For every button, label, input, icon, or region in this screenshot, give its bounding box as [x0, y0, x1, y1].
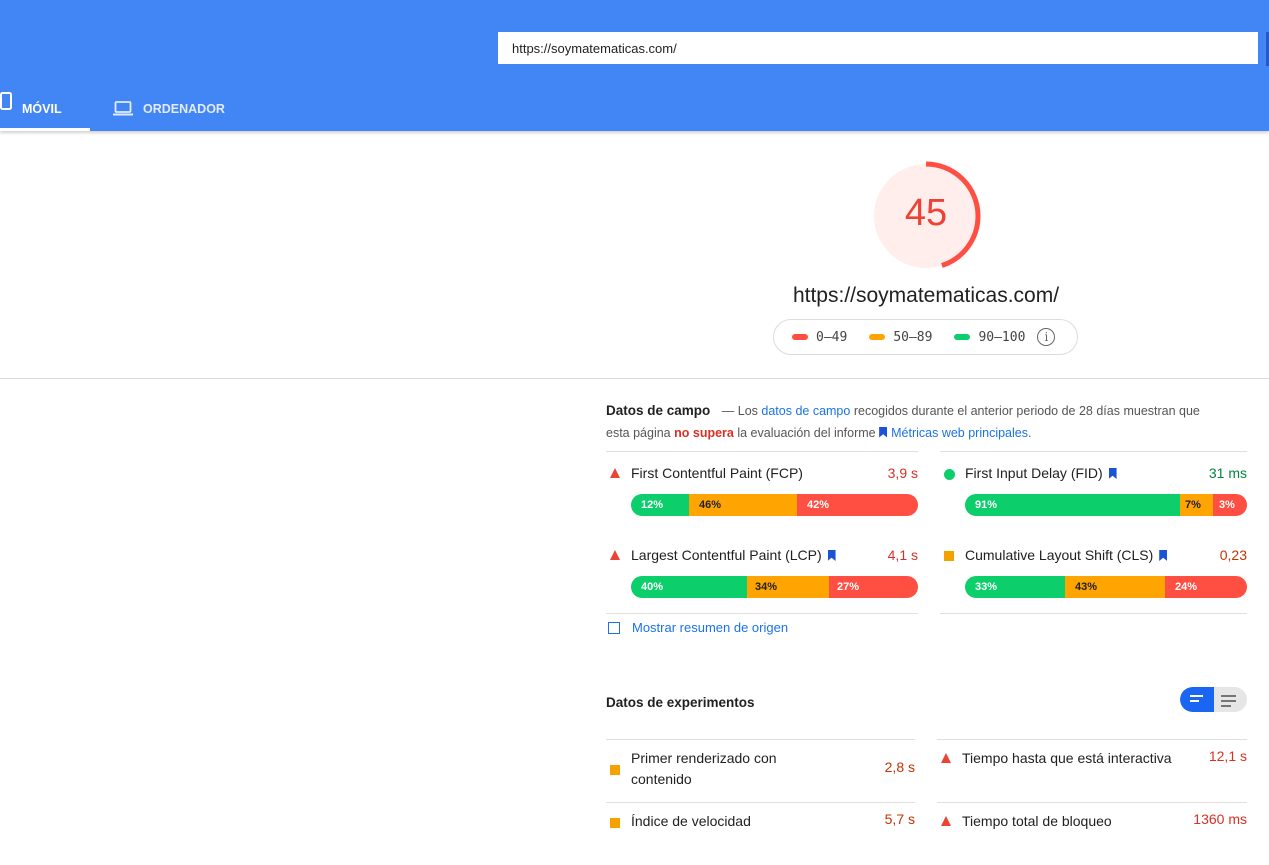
- metric-fid: First Input Delay (FID) 31 ms 91% 7% 3%: [940, 451, 1247, 533]
- dist-poor: 42%: [797, 494, 918, 516]
- dist-good: 33%: [965, 576, 1065, 598]
- dist-poor: 27%: [829, 576, 918, 598]
- dist-good: 91%: [965, 494, 1180, 516]
- average-square-icon: [610, 818, 620, 828]
- section-divider: [0, 378, 1269, 379]
- lab-metric-value: 1360 ms: [1193, 811, 1247, 827]
- lab-metric-name: Índice de velocidad: [631, 813, 751, 829]
- dist-good: 40%: [631, 576, 747, 598]
- lab-metric-value: 12,1 s: [1208, 748, 1247, 764]
- lab-metric-value: 5,7 s: [884, 811, 915, 827]
- dist-average: 43%: [1065, 576, 1165, 598]
- field-data-title: Datos de campo: [606, 403, 711, 418]
- field-data-description: Datos de campo — Los datos de campo reco…: [606, 403, 1200, 440]
- metric-name: Cumulative Layout Shift (CLS): [965, 547, 1154, 563]
- dist-poor: 3%: [1213, 494, 1247, 516]
- fail-triangle-icon: [610, 550, 620, 560]
- bookmark-icon: [879, 426, 888, 438]
- performance-score: 45: [904, 192, 948, 234]
- metric-name: First Contentful Paint (FCP): [631, 465, 803, 481]
- url-input[interactable]: [498, 32, 1258, 64]
- origin-summary-label: Mostrar resumen de origen: [632, 620, 789, 635]
- lab-metric-speed-index: Índice de velocidad 5,7 s: [606, 802, 915, 852]
- dist-poor: 24%: [1165, 576, 1247, 598]
- average-square-icon: [944, 551, 954, 561]
- fail-triangle-icon: [941, 753, 951, 763]
- metric-fcp: First Contentful Paint (FCP) 3,9 s 12% 4…: [606, 451, 918, 533]
- field-data-link[interactable]: datos de campo: [761, 404, 850, 418]
- fail-triangle-icon: [610, 468, 620, 478]
- metric-value: 0,23: [1219, 547, 1247, 563]
- analyzed-url: https://soymatematicas.com/: [792, 284, 1060, 307]
- metric-value: 31 ms: [1208, 465, 1247, 481]
- laptop-icon: [113, 101, 133, 119]
- lab-metric-value: 2,8 s: [884, 759, 915, 775]
- info-icon[interactable]: i: [1037, 328, 1056, 346]
- dist-average: 46%: [689, 494, 797, 516]
- core-web-vitals-link[interactable]: Métricas web principales: [879, 426, 1028, 440]
- origin-summary-checkbox[interactable]: [608, 621, 620, 634]
- tab-mobile-label: MÓVIL: [22, 102, 62, 116]
- fail-triangle-icon: [941, 816, 951, 826]
- tab-desktop[interactable]: ORDENADOR: [113, 92, 225, 131]
- legend-item-good: 90–100: [954, 330, 1025, 345]
- tab-desktop-label: ORDENADOR: [143, 102, 225, 116]
- legend-item-poor: 0–49: [792, 330, 847, 345]
- distribution-bar: 91% 7% 3%: [965, 494, 1247, 516]
- active-tab-indicator: [0, 128, 90, 131]
- bookmark-icon: [1159, 550, 1168, 561]
- distribution-bar: 33% 43% 24%: [965, 576, 1247, 598]
- lab-metric-name: Primer renderizado con contenido: [631, 750, 777, 787]
- pass-circle-icon: [944, 469, 955, 480]
- bookmark-icon: [1108, 468, 1117, 479]
- tab-mobile[interactable]: MÓVIL: [0, 92, 90, 131]
- lab-metric-tti: Tiempo hasta que está interactiva 12,1 s: [937, 739, 1247, 803]
- smartphone-icon: [0, 92, 12, 113]
- view-toggle[interactable]: [1180, 687, 1247, 712]
- metric-value: 4,1 s: [887, 547, 918, 563]
- lab-metric-name: Tiempo hasta que está interactiva: [962, 750, 1172, 766]
- compact-view-icon: [1190, 695, 1203, 705]
- metric-value: 3,9 s: [887, 465, 918, 481]
- average-square-icon: [610, 765, 620, 775]
- fail-text: no supera: [674, 425, 734, 440]
- dist-average: 7%: [1180, 494, 1213, 516]
- expanded-view-icon[interactable]: [1221, 695, 1236, 710]
- score-legend: 0–49 50–89 90–100 i: [773, 319, 1078, 355]
- legend-item-average: 50–89: [869, 330, 932, 345]
- show-origin-summary[interactable]: Mostrar resumen de origen: [608, 620, 788, 635]
- dist-good: 12%: [631, 494, 689, 516]
- lab-metric-name: Tiempo total de bloqueo: [962, 813, 1112, 829]
- distribution-bar: 40% 34% 27%: [631, 576, 918, 598]
- distribution-bar: 12% 46% 42%: [631, 494, 918, 516]
- bookmark-icon: [827, 550, 836, 561]
- lab-metric-fcp: Primer renderizado con contenido 2,8 s: [606, 739, 915, 803]
- metric-name: Largest Contentful Paint (LCP): [631, 547, 822, 563]
- metric-lcp: Largest Contentful Paint (LCP) 4,1 s 40%…: [606, 533, 918, 615]
- header-bar: MÓVIL ORDENADOR: [0, 0, 1269, 131]
- dist-average: 34%: [747, 576, 829, 598]
- lab-metric-tbt: Tiempo total de bloqueo 1360 ms: [937, 802, 1247, 852]
- lab-data-title: Datos de experimentos: [606, 695, 755, 710]
- metric-name: First Input Delay (FID): [965, 465, 1103, 481]
- metric-cls: Cumulative Layout Shift (CLS) 0,23 33% 4…: [940, 533, 1247, 615]
